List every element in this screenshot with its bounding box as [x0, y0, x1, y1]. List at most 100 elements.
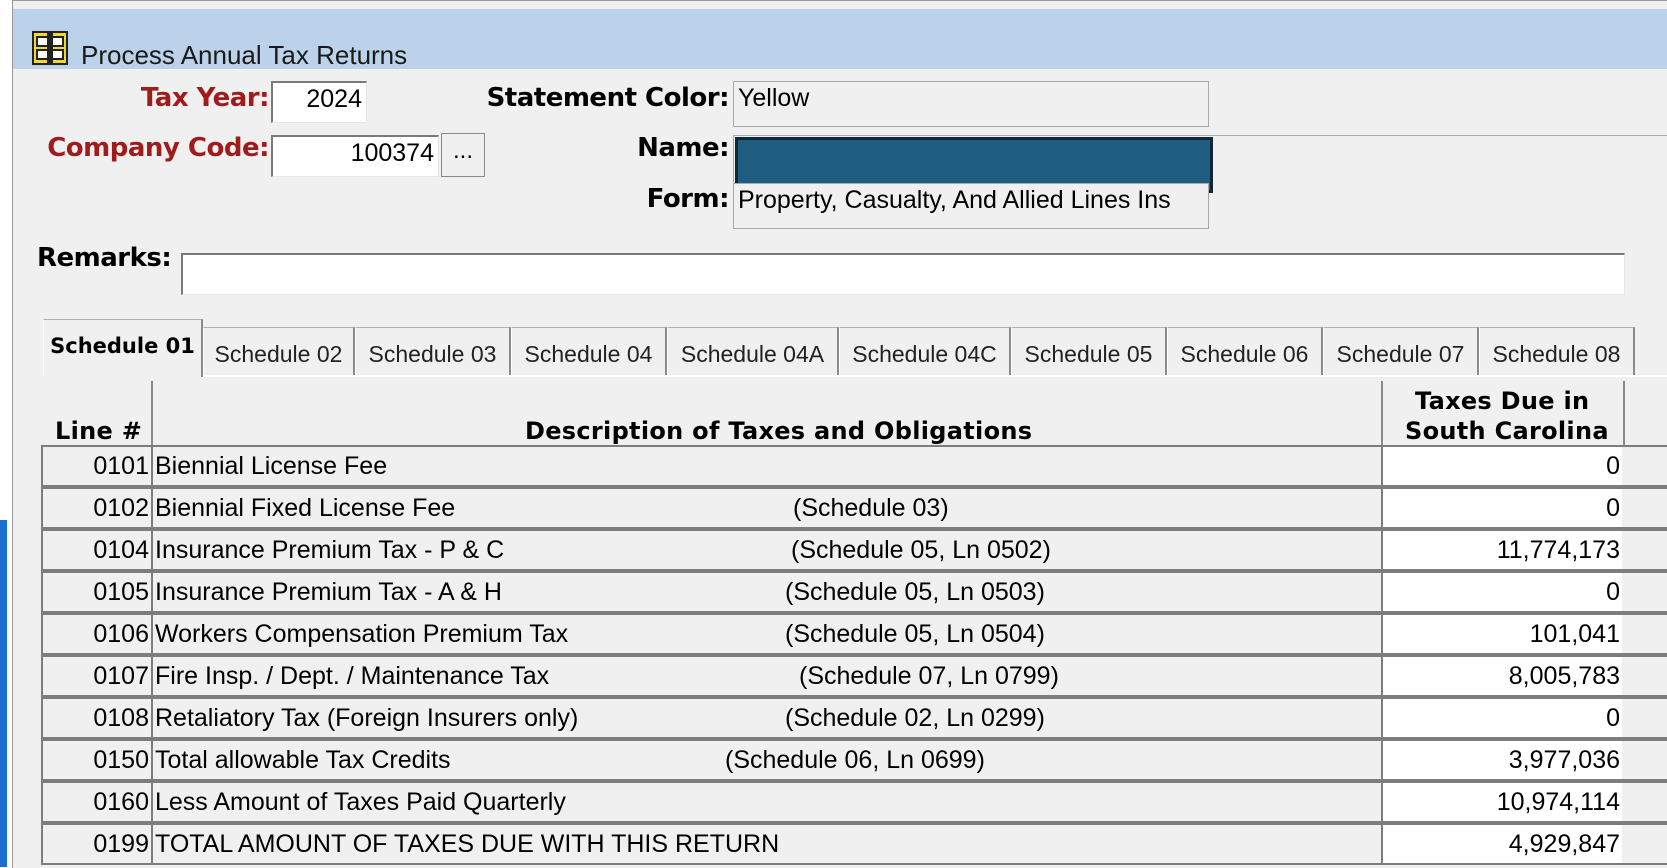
amount-input[interactable]: 101,041 — [1381, 613, 1624, 655]
amount-column-header-line1: Taxes Due in — [1415, 387, 1590, 415]
row-extra-cell — [1622, 529, 1667, 571]
reference-text: (Schedule 05, Ln 0502) — [791, 536, 1051, 564]
table-row: 0150 Total allowable Tax Credits (Schedul… — [41, 739, 1667, 781]
line-number-cell: 0160 — [41, 781, 153, 823]
table-row: 0101 Biennial License Fee 0 — [41, 445, 1667, 487]
header-separator — [1381, 381, 1383, 445]
name-label: Name: — [637, 133, 729, 163]
form-label: Form: — [646, 184, 730, 214]
tab-schedule-01[interactable]: Schedule 01 — [43, 319, 203, 377]
tab-schedule-07[interactable]: Schedule 07 — [1323, 327, 1479, 375]
tab-schedule-08[interactable]: Schedule 08 — [1479, 327, 1635, 375]
tab-panel-border — [43, 375, 1667, 377]
tab-schedule-03[interactable]: Schedule 03 — [355, 327, 511, 375]
description-text: Total allowable Tax Credits — [155, 746, 451, 774]
description-cell: Total allowable Tax Credits (Schedule 06,… — [151, 739, 1383, 781]
row-extra-cell — [1622, 823, 1667, 865]
background-window-strip — [0, 520, 7, 867]
reference-text: (Schedule 05, Ln 0504) — [785, 620, 1045, 648]
company-code-input[interactable]: 100374 — [271, 135, 439, 177]
description-text: Fire Insp. / Dept. / Maintenance Tax — [155, 662, 550, 690]
line-number-cell: 0106 — [41, 613, 153, 655]
description-cell: TOTAL AMOUNT OF TAXES DUE WITH THIS RETU… — [151, 823, 1383, 865]
description-text: Workers Compensation Premium Tax — [155, 620, 569, 648]
company-code-label: Company Code: — [47, 133, 269, 163]
reference-text: (Schedule 03) — [793, 494, 949, 522]
description-text: Insurance Premium Tax - A & H — [155, 578, 502, 606]
amount-input[interactable]: 4,929,847 — [1381, 823, 1624, 865]
table-row: 0106 Workers Compensation Premium Tax (Sc… — [41, 613, 1667, 655]
description-cell: Biennial Fixed License Fee (Schedule 03) — [151, 487, 1383, 529]
table-row: 0108 Retaliatory Tax (Foreign Insurers o… — [41, 697, 1667, 739]
statement-color-label: Statement Color: — [486, 83, 730, 113]
amount-input[interactable]: 0 — [1381, 571, 1624, 613]
row-extra-cell — [1622, 781, 1667, 823]
table-row: 0199 TOTAL AMOUNT OF TAXES DUE WITH THIS… — [41, 823, 1667, 865]
statement-color-field: Yellow — [733, 81, 1209, 127]
table-row: 0105 Insurance Premium Tax - A & H (Sched… — [41, 571, 1667, 613]
remarks-label: Remarks: — [37, 243, 172, 273]
line-number-cell: 0101 — [41, 445, 153, 487]
description-cell: Insurance Premium Tax - P & C (Schedule 0… — [151, 529, 1383, 571]
line-number-cell: 0105 — [41, 571, 153, 613]
description-text: Insurance Premium Tax - P & C — [155, 536, 505, 564]
table-row: 0102 Biennial Fixed License Fee (Schedule… — [41, 487, 1667, 529]
row-extra-cell — [1622, 445, 1667, 487]
row-extra-cell — [1622, 655, 1667, 697]
amount-input[interactable]: 3,977,036 — [1381, 739, 1624, 781]
amount-input[interactable]: 0 — [1381, 445, 1624, 487]
reference-text: (Schedule 06, Ln 0699) — [725, 746, 985, 774]
reference-text: (Schedule 05, Ln 0503) — [785, 578, 1045, 606]
description-text: Less Amount of Taxes Paid Quarterly — [155, 788, 566, 816]
tax-year-input[interactable]: 2024 — [271, 81, 367, 123]
amount-input[interactable]: 8,005,783 — [1381, 655, 1624, 697]
description-text: Retaliatory Tax (Foreign Insurers only) — [155, 704, 579, 732]
row-extra-cell — [1622, 697, 1667, 739]
line-number-cell: 0108 — [41, 697, 153, 739]
amount-input[interactable]: 10,974,114 — [1381, 781, 1624, 823]
remarks-input[interactable] — [181, 253, 1625, 295]
tab-schedule-04a[interactable]: Schedule 04A — [667, 327, 839, 375]
row-extra-cell — [1622, 487, 1667, 529]
header-separator — [1623, 381, 1625, 445]
description-cell: Workers Compensation Premium Tax (Schedul… — [151, 613, 1383, 655]
line-number-cell: 0150 — [41, 739, 153, 781]
tab-schedule-05[interactable]: Schedule 05 — [1011, 327, 1167, 375]
amount-input[interactable]: 0 — [1381, 487, 1624, 529]
table-row: 0104 Insurance Premium Tax - P & C (Sched… — [41, 529, 1667, 571]
description-cell: Biennial License Fee — [151, 445, 1383, 487]
description-text: Biennial License Fee — [155, 452, 388, 480]
description-cell: Retaliatory Tax (Foreign Insurers only) (… — [151, 697, 1383, 739]
row-extra-cell — [1622, 613, 1667, 655]
description-cell: Less Amount of Taxes Paid Quarterly — [151, 781, 1383, 823]
table-row: 0160 Less Amount of Taxes Paid Quarterly… — [41, 781, 1667, 823]
window-title: Process Annual Tax Returns — [81, 40, 408, 70]
line-number-cell: 0107 — [41, 655, 153, 697]
reference-text: (Schedule 07, Ln 0799) — [799, 662, 1059, 690]
tab-schedule-06[interactable]: Schedule 06 — [1167, 327, 1323, 375]
row-extra-cell — [1622, 571, 1667, 613]
description-text: Biennial Fixed License Fee — [155, 494, 456, 522]
reference-text: (Schedule 02, Ln 0299) — [785, 704, 1045, 732]
description-cell: Fire Insp. / Dept. / Maintenance Tax (Sch… — [151, 655, 1383, 697]
line-number-cell: 0102 — [41, 487, 153, 529]
title-bar[interactable]: Process Annual Tax Returns — [13, 9, 1667, 70]
line-number-cell: 0199 — [41, 823, 153, 865]
tab-schedule-04[interactable]: Schedule 04 — [511, 327, 667, 375]
desktop-edge — [0, 0, 12, 867]
form-field: Property, Casualty, And Allied Lines Ins — [733, 183, 1209, 229]
header-separator — [151, 381, 153, 445]
table-row: 0107 Fire Insp. / Dept. / Maintenance Ta… — [41, 655, 1667, 697]
tab-schedule-04c[interactable]: Schedule 04C — [839, 327, 1011, 375]
main-window: Process Annual Tax Returns Tax Year: 202… — [12, 0, 1667, 868]
app-form-icon — [32, 31, 68, 65]
description-text: TOTAL AMOUNT OF TAXES DUE WITH THIS RETU… — [155, 830, 780, 858]
description-column-header: Description of Taxes and Obligations — [525, 417, 1033, 445]
row-extra-cell — [1622, 739, 1667, 781]
company-lookup-button[interactable]: ... — [441, 133, 485, 177]
tab-schedule-02[interactable]: Schedule 02 — [203, 327, 355, 375]
amount-input[interactable]: 11,774,173 — [1381, 529, 1624, 571]
amount-column-header-line2: South Carolina — [1405, 417, 1609, 445]
line-number-cell: 0104 — [41, 529, 153, 571]
amount-input[interactable]: 0 — [1381, 697, 1624, 739]
